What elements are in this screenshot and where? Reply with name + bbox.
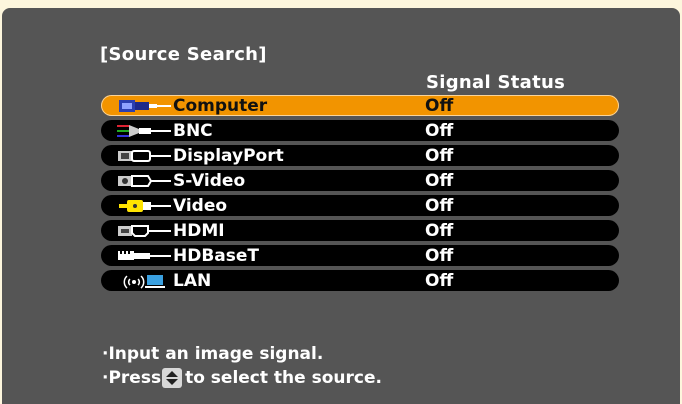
source-label: S-Video <box>173 170 246 191</box>
signal-status-header: Signal Status <box>426 72 566 93</box>
source-label: BNC <box>173 120 213 141</box>
source-status: Off <box>425 245 454 266</box>
source-label: Video <box>173 195 228 216</box>
source-row-bnc[interactable]: BNC Off <box>101 120 619 141</box>
source-row-hdbaset[interactable]: HDBaseT Off <box>101 245 619 266</box>
note-press-prefix: ·Press <box>102 368 162 388</box>
note-press-suffix: to select the source. <box>185 368 382 388</box>
composite-video-icon <box>115 197 171 215</box>
bnc-cable-icon <box>115 122 171 140</box>
source-label: Computer <box>173 95 268 116</box>
source-row-hdmi[interactable]: HDMI Off <box>101 220 619 241</box>
source-status: Off <box>425 195 454 216</box>
source-status: Off <box>425 270 454 291</box>
source-status: Off <box>425 95 454 116</box>
source-label: HDBaseT <box>173 245 260 266</box>
note-press-to-select: ·Press to select the source. <box>102 366 382 390</box>
displayport-icon <box>115 147 171 165</box>
menu-title: [Source Search] <box>100 44 267 65</box>
note-input-signal: ·Input an image signal. <box>102 344 324 364</box>
source-status: Off <box>425 220 454 241</box>
up-down-arrow-icon <box>162 368 183 388</box>
svideo-icon <box>115 172 171 190</box>
source-label: DisplayPort <box>173 145 284 166</box>
source-list: Computer Off BNC Off DisplayPort Off S-V… <box>101 95 619 295</box>
lan-wireless-icon <box>115 272 171 290</box>
source-label: LAN <box>173 270 212 291</box>
source-search-panel: [Source Search] Signal Status Computer O… <box>2 8 680 404</box>
computer-port-icon <box>115 97 171 115</box>
hdmi-icon <box>115 222 171 240</box>
source-row-svideo[interactable]: S-Video Off <box>101 170 619 191</box>
source-status: Off <box>425 145 454 166</box>
source-status: Off <box>425 170 454 191</box>
source-label: HDMI <box>173 220 225 241</box>
source-status: Off <box>425 120 454 141</box>
help-notes: ·Input an image signal. ·Press to select… <box>102 342 382 390</box>
source-row-computer[interactable]: Computer Off <box>101 95 619 116</box>
source-row-video[interactable]: Video Off <box>101 195 619 216</box>
hdbaset-icon <box>115 247 171 265</box>
source-row-displayport[interactable]: DisplayPort Off <box>101 145 619 166</box>
source-row-lan[interactable]: LAN Off <box>101 270 619 291</box>
